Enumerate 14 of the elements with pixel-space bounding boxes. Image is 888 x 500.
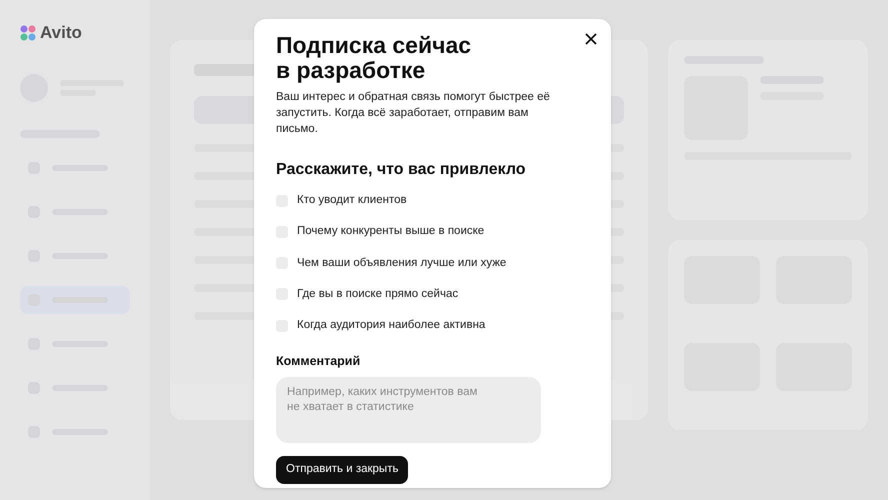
dialog-description: Ваш интерес и обратная связь помогут быстрее её запустить. Когда всё заработает, отправим вам письмо. — [276, 90, 551, 137]
dialog-title: Подписка сейчас в разработке — [276, 33, 472, 83]
comment-label: Комментарий — [276, 353, 362, 370]
question-heading: Расскажите, что вас привлекло — [276, 160, 527, 180]
option-label: Когда аудитория наиболее активна — [297, 318, 486, 333]
logo-text: Avito — [40, 22, 82, 44]
option-label: Где вы в поиске прямо сейчас — [297, 286, 458, 302]
option-label: Почему конкуренты выше в поиске — [297, 224, 484, 240]
logo-icon — [20, 24, 36, 41]
submit-button[interactable]: Отправить и закрыть — [276, 456, 408, 484]
close-icon — [585, 33, 597, 45]
comment-field[interactable]: Например, каких инструментов вам не хватает в статистике — [276, 377, 541, 443]
option-label: Чем ваши объявления лучше или хуже — [297, 256, 506, 270]
option-label: Кто уводит клиентов — [297, 193, 407, 208]
